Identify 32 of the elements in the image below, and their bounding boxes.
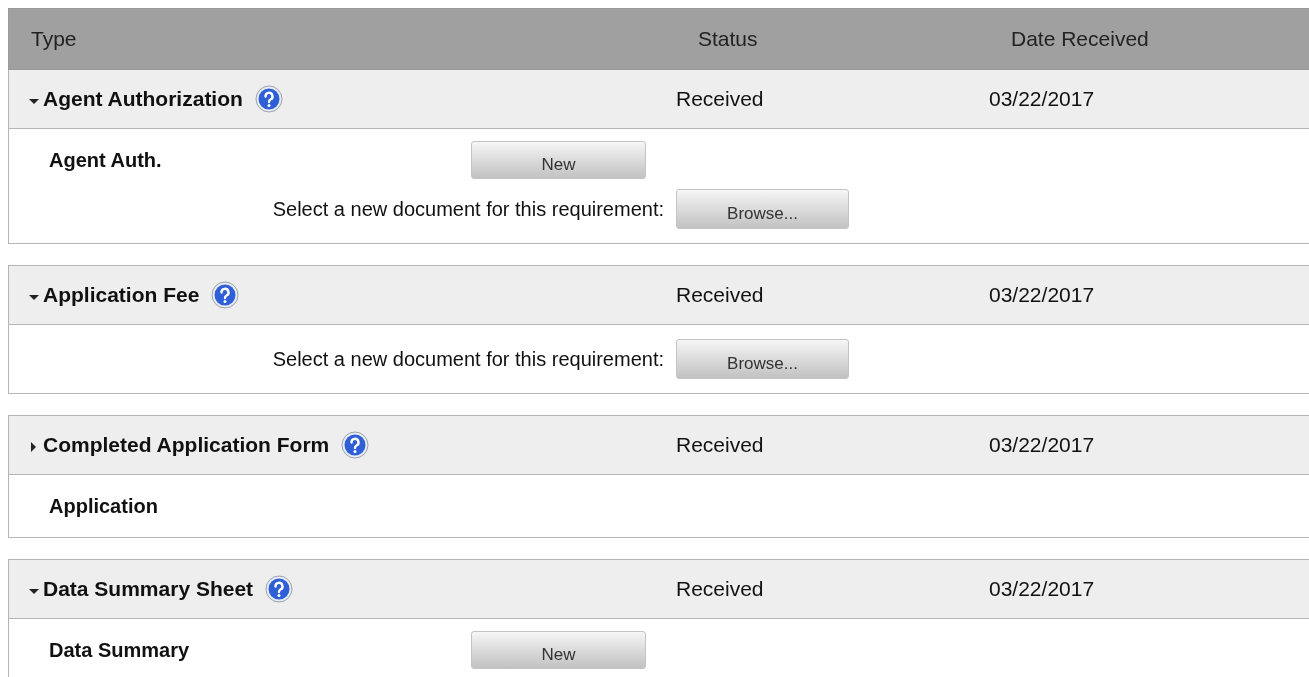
- caret-icon[interactable]: [29, 96, 39, 106]
- caret-icon[interactable]: [29, 292, 39, 302]
- browse-label: Select a new document for this requirement:: [271, 197, 665, 221]
- section-title: Agent Authorization: [43, 87, 243, 111]
- document-name: Data Summary: [49, 638, 191, 662]
- help-icon[interactable]: [211, 281, 240, 309]
- status-text: Received: [676, 283, 765, 307]
- new-button[interactable]: New: [471, 631, 646, 669]
- date-text: 03/22/2017: [989, 433, 1096, 457]
- document-name: Agent Auth.: [49, 148, 163, 172]
- help-icon[interactable]: [265, 575, 294, 603]
- new-button[interactable]: New: [471, 141, 646, 179]
- help-icon[interactable]: [341, 431, 370, 459]
- caret-icon[interactable]: [29, 442, 39, 452]
- help-icon[interactable]: [254, 85, 283, 113]
- date-text: 03/22/2017: [989, 577, 1096, 601]
- browse-label: Select a new document for this requirement:: [271, 347, 665, 371]
- status-text: Received: [676, 433, 765, 457]
- browse-button[interactable]: Browse...: [676, 339, 849, 379]
- section-title: Application Fee: [43, 283, 200, 307]
- column-header: Type: [31, 27, 78, 51]
- status-text: Received: [676, 577, 765, 601]
- document-name: Application: [49, 494, 159, 518]
- column-header: Date Received: [1011, 27, 1150, 51]
- column-header: Status: [698, 27, 759, 51]
- status-text: Received: [676, 87, 765, 111]
- caret-icon[interactable]: [29, 586, 39, 596]
- browse-button[interactable]: Browse...: [676, 189, 849, 229]
- date-text: 03/22/2017: [989, 283, 1096, 307]
- date-text: 03/22/2017: [989, 87, 1096, 111]
- section-title: Data Summary Sheet: [43, 577, 254, 601]
- section-title: Completed Application Form: [43, 433, 330, 457]
